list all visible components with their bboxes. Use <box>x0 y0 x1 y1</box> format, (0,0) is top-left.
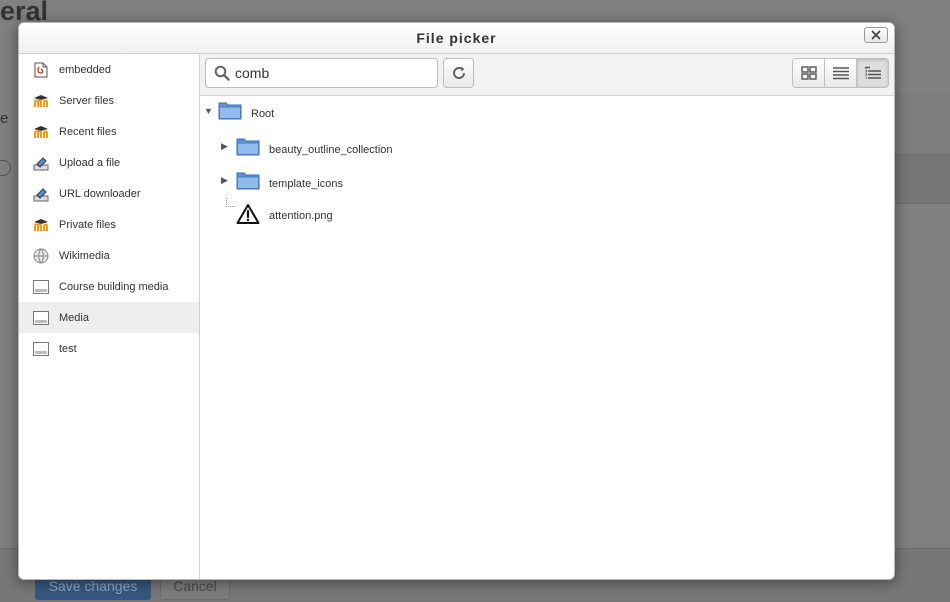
folder-label: template_icons <box>269 178 343 190</box>
repo-upload-a-file[interactable]: Upload a file <box>19 147 199 178</box>
repo-private-files[interactable]: Private files <box>19 209 199 240</box>
icons-view-button[interactable] <box>793 59 824 87</box>
upload-icon <box>33 155 49 171</box>
repo-embedded[interactable]: embedded <box>19 54 199 85</box>
refresh-button[interactable] <box>443 58 474 88</box>
expand-toggle-icon[interactable]: ▶ <box>221 141 228 152</box>
file-browser: ▼ Root ▶ beauty_outline_collection ▶ <box>200 54 894 579</box>
tree-file[interactable]: attention.png <box>236 203 333 225</box>
repo-wikimedia[interactable]: Wikimedia <box>19 240 199 271</box>
file-picker-dialog: File picker embedded Server files Recent… <box>18 22 895 580</box>
search-icon <box>214 65 230 81</box>
tree-list-icon <box>864 66 881 79</box>
moodle-icon <box>33 124 49 140</box>
document-icon <box>33 62 49 78</box>
repository-icon <box>33 310 49 326</box>
warning-icon <box>236 204 260 224</box>
list-view-button[interactable] <box>824 59 856 87</box>
collapse-toggle-icon[interactable]: ▼ <box>204 106 213 116</box>
search-input[interactable] <box>233 64 427 82</box>
repo-label: URL downloader <box>59 187 141 200</box>
tree-folder[interactable]: template_icons <box>236 170 343 190</box>
repo-server-files[interactable]: Server files <box>19 85 199 116</box>
repo-label: test <box>59 342 77 355</box>
close-icon <box>871 30 881 40</box>
close-button[interactable] <box>864 27 888 43</box>
repo-label: Course building media <box>59 280 169 293</box>
file-label: attention.png <box>269 210 333 222</box>
repo-label: Private files <box>59 218 116 231</box>
view-switcher <box>792 58 889 88</box>
tree-root-label: Root <box>251 108 275 120</box>
background-label: e <box>0 110 9 127</box>
repo-course-building-media[interactable]: Course building media <box>19 271 199 302</box>
folder-icon <box>218 102 242 120</box>
moodle-icon <box>33 217 49 233</box>
grid-icon <box>800 66 817 80</box>
help-icon <box>0 160 11 176</box>
tree-view-button[interactable] <box>856 59 888 87</box>
moodle-icon <box>33 93 49 109</box>
upload-icon <box>33 186 49 202</box>
repository-icon <box>33 279 49 295</box>
repo-recent-files[interactable]: Recent files <box>19 116 199 147</box>
tree-root[interactable]: Root <box>218 100 274 120</box>
tree-folder[interactable]: beauty_outline_collection <box>236 136 393 156</box>
repo-test[interactable]: test <box>19 333 199 364</box>
file-toolbar <box>200 54 894 96</box>
tree-connector <box>226 198 235 207</box>
globe-icon <box>33 248 49 264</box>
expand-toggle-icon[interactable]: ▶ <box>221 175 228 186</box>
refresh-icon <box>452 66 465 79</box>
search-box <box>205 58 438 88</box>
dialog-titlebar: File picker <box>19 23 894 54</box>
folder-icon <box>236 172 260 190</box>
repo-label: Media <box>59 311 89 324</box>
repo-media[interactable]: Media <box>19 302 199 333</box>
repo-label: Wikimedia <box>59 249 110 262</box>
list-icon <box>832 67 849 80</box>
repo-label: Upload a file <box>59 156 121 169</box>
repo-url-downloader[interactable]: URL downloader <box>19 178 199 209</box>
dialog-title: File picker <box>416 30 497 46</box>
repository-list: embedded Server files Recent files Uploa… <box>19 54 200 579</box>
repo-label: embedded <box>59 63 111 76</box>
repo-label: Server files <box>59 94 115 107</box>
file-tree: ▼ Root ▶ beauty_outline_collection ▶ tem… <box>200 96 894 579</box>
folder-label: beauty_outline_collection <box>269 144 393 156</box>
repo-label: Recent files <box>59 125 117 138</box>
folder-icon <box>236 138 260 156</box>
background-row <box>893 154 950 204</box>
repository-icon <box>33 341 49 357</box>
background-row <box>893 94 950 154</box>
